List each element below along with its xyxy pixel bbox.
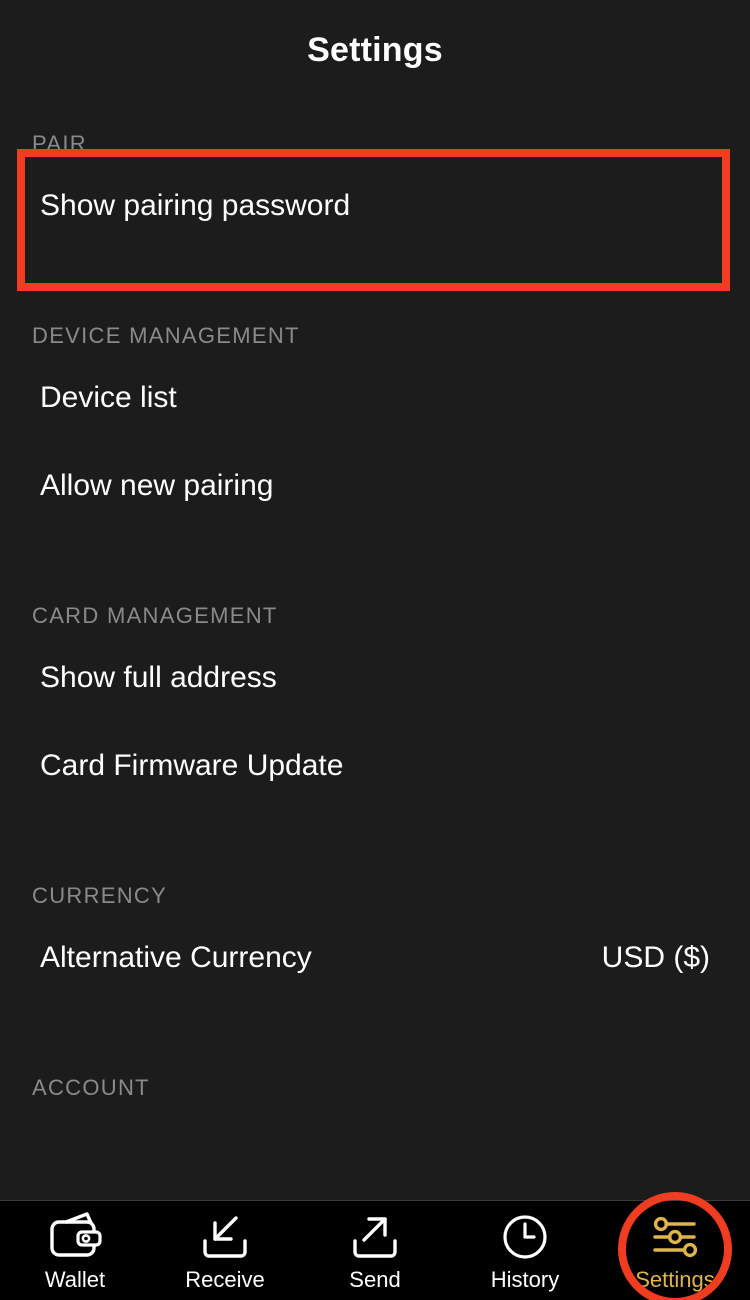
sliders-icon — [644, 1209, 706, 1265]
section-pair: PAIR Show pairing password — [0, 100, 750, 250]
tab-label: Send — [349, 1267, 401, 1292]
tab-settings[interactable]: Settings — [600, 1201, 750, 1300]
page-title: Settings — [307, 30, 443, 69]
tab-receive[interactable]: Receive — [150, 1201, 300, 1300]
tab-label: Settings — [635, 1267, 715, 1292]
section-card-management: CARD MANAGEMENT Show full address Card F… — [0, 572, 750, 810]
settings-screen: Settings PAIR Show pairing password DEVI… — [0, 0, 750, 1300]
section-header-pair: PAIR — [32, 131, 87, 156]
section-device-management: DEVICE MANAGEMENT Device list Allow new … — [0, 292, 750, 530]
screen-header: Settings — [0, 0, 750, 100]
section-header-account: ACCOUNT — [32, 1075, 150, 1100]
row-show-pairing-password[interactable]: Show pairing password — [0, 162, 750, 250]
row-card-firmware-update[interactable]: Card Firmware Update — [0, 722, 750, 810]
tab-history[interactable]: History — [450, 1201, 600, 1300]
section-header-device-management: DEVICE MANAGEMENT — [32, 323, 300, 348]
tab-wallet[interactable]: Wallet — [0, 1201, 150, 1300]
send-icon — [344, 1209, 406, 1265]
bottom-tab-bar: Wallet Receive Send History Settings — [0, 1200, 750, 1300]
tab-label: Receive — [185, 1267, 265, 1292]
row-alternative-currency[interactable]: Alternative Currency USD ($) — [0, 914, 750, 1002]
section-account: ACCOUNT — [0, 1044, 750, 1106]
tab-label: Wallet — [44, 1267, 106, 1292]
row-label: Allow new pairing — [40, 469, 274, 502]
row-label: Show pairing password — [40, 189, 351, 222]
row-label: Card Firmware Update — [40, 749, 344, 782]
tab-send[interactable]: Send — [300, 1201, 450, 1300]
row-label: Device list — [40, 381, 177, 414]
section-header-card-management: CARD MANAGEMENT — [32, 603, 278, 628]
row-device-list[interactable]: Device list — [0, 354, 750, 442]
clock-icon — [494, 1209, 556, 1265]
section-header-currency: CURRENCY — [32, 883, 168, 908]
row-show-full-address[interactable]: Show full address — [0, 634, 750, 722]
row-label: Alternative Currency — [40, 941, 312, 974]
section-currency: CURRENCY Alternative Currency USD ($) — [0, 852, 750, 1002]
row-label: Show full address — [40, 661, 277, 694]
receive-icon — [194, 1209, 256, 1265]
row-allow-new-pairing[interactable]: Allow new pairing — [0, 442, 750, 530]
settings-list[interactable]: PAIR Show pairing password DEVICE MANAGE… — [0, 100, 750, 1200]
alternative-currency-value: USD ($) — [601, 941, 710, 974]
wallet-icon — [44, 1209, 106, 1265]
tab-label: History — [490, 1267, 560, 1292]
